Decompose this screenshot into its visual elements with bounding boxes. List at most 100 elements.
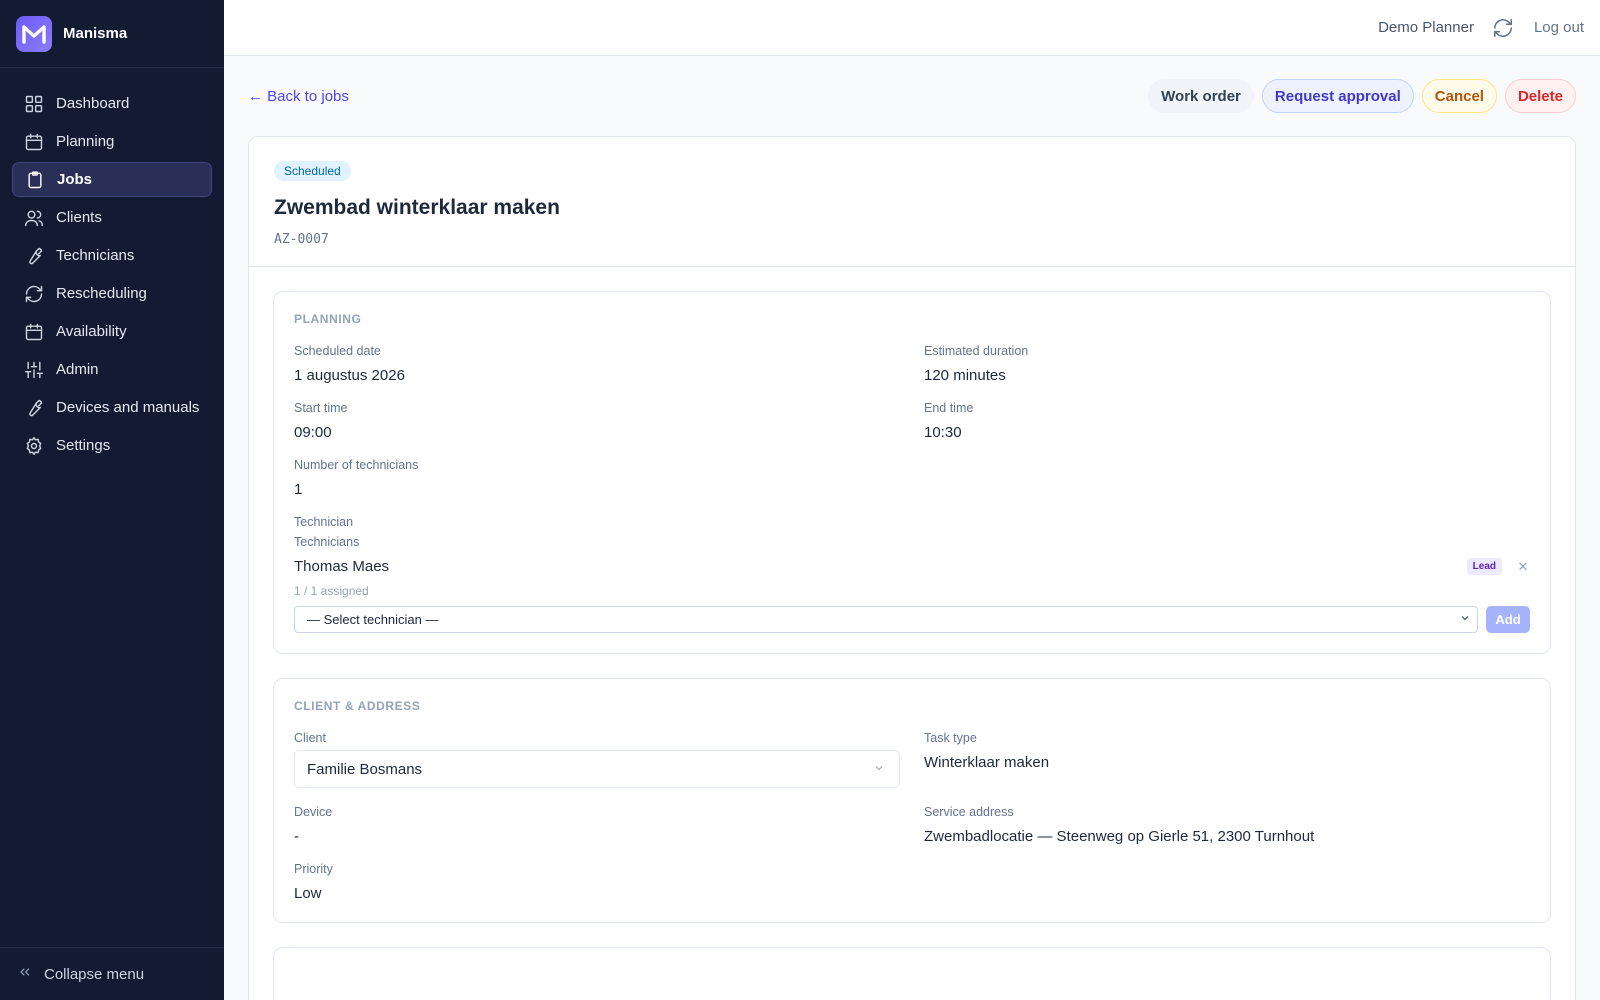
service-address-value: Zwembadlocatie — Steenweg op Gierle 51, … (924, 828, 1315, 845)
sidebar-item-settings[interactable]: Settings (12, 428, 212, 463)
chevron-down-icon (873, 761, 885, 778)
calendar-icon (23, 131, 45, 153)
chevrons-left-icon (17, 964, 44, 984)
wrench-icon (23, 397, 45, 419)
collapse-menu-label: Collapse menu (44, 965, 145, 983)
job-header: Scheduled Zwembad winterklaar maken AZ-0… (249, 137, 1575, 267)
sidebar-item-jobs[interactable]: Jobs (12, 162, 212, 197)
sidebar-item-label: Dashboard (56, 95, 130, 112)
remove-technician-close-icon[interactable]: ✕ (1516, 559, 1530, 575)
device-value: - (294, 828, 299, 845)
scheduled-date-field: Scheduled date 1 augustus 2026 (294, 344, 900, 384)
technician-block: Technician Technicians Thomas Maes Lead … (294, 515, 1530, 633)
add-technician-button[interactable]: Add (1486, 606, 1530, 633)
device-field: Device - (294, 805, 900, 845)
end-time-value: 10:30 (924, 424, 962, 441)
field-label: Estimated duration (924, 344, 1029, 358)
sidebar-item-label: Clients (56, 209, 102, 226)
technician-select-value: — Select technician — (307, 612, 439, 627)
client-select-value: Familie Bosmans (307, 760, 423, 778)
priority-value: Low (294, 885, 322, 902)
action-buttons: Work order Request approval Cancel Delet… (1148, 79, 1576, 113)
work-order-button[interactable]: Work order (1148, 79, 1254, 113)
field-label: Device (294, 805, 333, 819)
technician-label: Technician (294, 515, 354, 529)
calendar-icon (23, 321, 45, 343)
section-title: CLIENT & ADDRESS (294, 699, 421, 713)
sidebar-item-planning[interactable]: Planning (12, 124, 212, 159)
technician-actions: Lead ✕ (1466, 558, 1530, 575)
field-label: Priority (294, 862, 333, 876)
field-label: Task type (924, 731, 977, 745)
planning-grid: Scheduled date 1 augustus 2026 Estimated… (294, 344, 1530, 498)
duration-value: 120 minutes (924, 367, 1006, 384)
sidebar: Manisma Dashboard Planning Jobs Clients … (0, 0, 224, 1000)
assigned-count: 1 / 1 assigned (294, 584, 369, 598)
field-label: Scheduled date (294, 344, 381, 358)
users-icon (23, 207, 45, 229)
lead-badge: Lead (1466, 558, 1502, 575)
sidebar-item-devices[interactable]: Devices and manuals (12, 390, 212, 425)
field-label: Start time (294, 401, 348, 415)
sidebar-item-technicians[interactable]: Technicians (12, 238, 212, 273)
sidebar-item-dashboard[interactable]: Dashboard (12, 86, 212, 121)
planning-section: PLANNING Scheduled date 1 augustus 2026 … (273, 291, 1551, 654)
client-field: Client Familie Bosmans (294, 731, 900, 788)
sidebar-item-label: Settings (56, 437, 111, 454)
cancel-button[interactable]: Cancel (1421, 79, 1497, 113)
brand: Manisma (0, 0, 224, 68)
list-item: Thomas Maes Lead ✕ (294, 558, 1530, 575)
section-title: PLANNING (294, 312, 362, 326)
client-grid: Client Familie Bosmans Task type Winterk… (294, 731, 1530, 902)
chevron-down-icon (1459, 612, 1471, 627)
client-address-section: CLIENT & ADDRESS Client Familie Bosmans … (273, 678, 1551, 923)
refresh-icon[interactable] (1492, 17, 1514, 39)
sidebar-item-availability[interactable]: Availability (12, 314, 212, 349)
sidebar-item-label: Planning (56, 133, 115, 150)
task-type-value: Winterklaar maken (924, 754, 1050, 771)
technician-select[interactable]: — Select technician — (294, 606, 1478, 633)
client-select[interactable]: Familie Bosmans (294, 750, 900, 788)
dashboard-icon (23, 93, 45, 115)
sidebar-item-label: Admin (56, 361, 99, 378)
field-label: Number of technicians (294, 458, 419, 472)
technician-name: Thomas Maes (294, 558, 390, 575)
main-content: ← Back to jobs Work order Request approv… (248, 56, 1576, 1000)
priority-field: Priority Low (294, 862, 900, 902)
sidebar-item-rescheduling[interactable]: Rescheduling (12, 276, 212, 311)
sidebar-item-clients[interactable]: Clients (12, 200, 212, 235)
logout-link[interactable]: Log out (1534, 19, 1584, 36)
start-time-value: 09:00 (294, 424, 332, 441)
job-code: AZ-0007 (274, 232, 329, 247)
job-card: Scheduled Zwembad winterklaar maken AZ-0… (248, 136, 1576, 1000)
next-section (273, 947, 1551, 1000)
sliders-icon (23, 359, 45, 381)
technician-select-row: — Select technician — Add (294, 606, 1530, 633)
field-label: Service address (924, 805, 1014, 819)
num-technicians-value: 1 (294, 481, 303, 498)
sidebar-item-label: Availability (56, 323, 127, 340)
field-label: Client (294, 731, 326, 745)
sidebar-nav: Dashboard Planning Jobs Clients Technici… (0, 68, 224, 463)
topbar: Demo Planner Log out (224, 0, 1600, 56)
gear-icon (23, 435, 45, 457)
back-to-jobs-link[interactable]: ← Back to jobs (248, 88, 349, 105)
collapse-menu-button[interactable]: Collapse menu (0, 947, 224, 1000)
status-badge: Scheduled (274, 161, 351, 181)
request-approval-button[interactable]: Request approval (1261, 79, 1414, 113)
job-body: PLANNING Scheduled date 1 augustus 2026 … (249, 267, 1575, 1000)
sidebar-item-label: Devices and manuals (56, 399, 200, 416)
scheduled-date-value: 1 augustus 2026 (294, 367, 405, 384)
manisma-logo-icon[interactable] (16, 15, 52, 52)
user-name: Demo Planner (1378, 19, 1474, 36)
page-title: Zwembad winterklaar maken (274, 196, 560, 219)
sidebar-item-admin[interactable]: Admin (12, 352, 212, 387)
sidebar-item-label: Technicians (56, 247, 135, 264)
delete-button[interactable]: Delete (1504, 79, 1576, 113)
service-address-field: Service address Zwembadlocatie — Steenwe… (924, 805, 1530, 845)
sidebar-item-label: Rescheduling (56, 285, 147, 302)
actions-row: ← Back to jobs Work order Request approv… (248, 56, 1576, 136)
refresh-icon (23, 283, 45, 305)
wrench-icon (23, 245, 45, 267)
task-type-field: Task type Winterklaar maken (924, 731, 1530, 788)
